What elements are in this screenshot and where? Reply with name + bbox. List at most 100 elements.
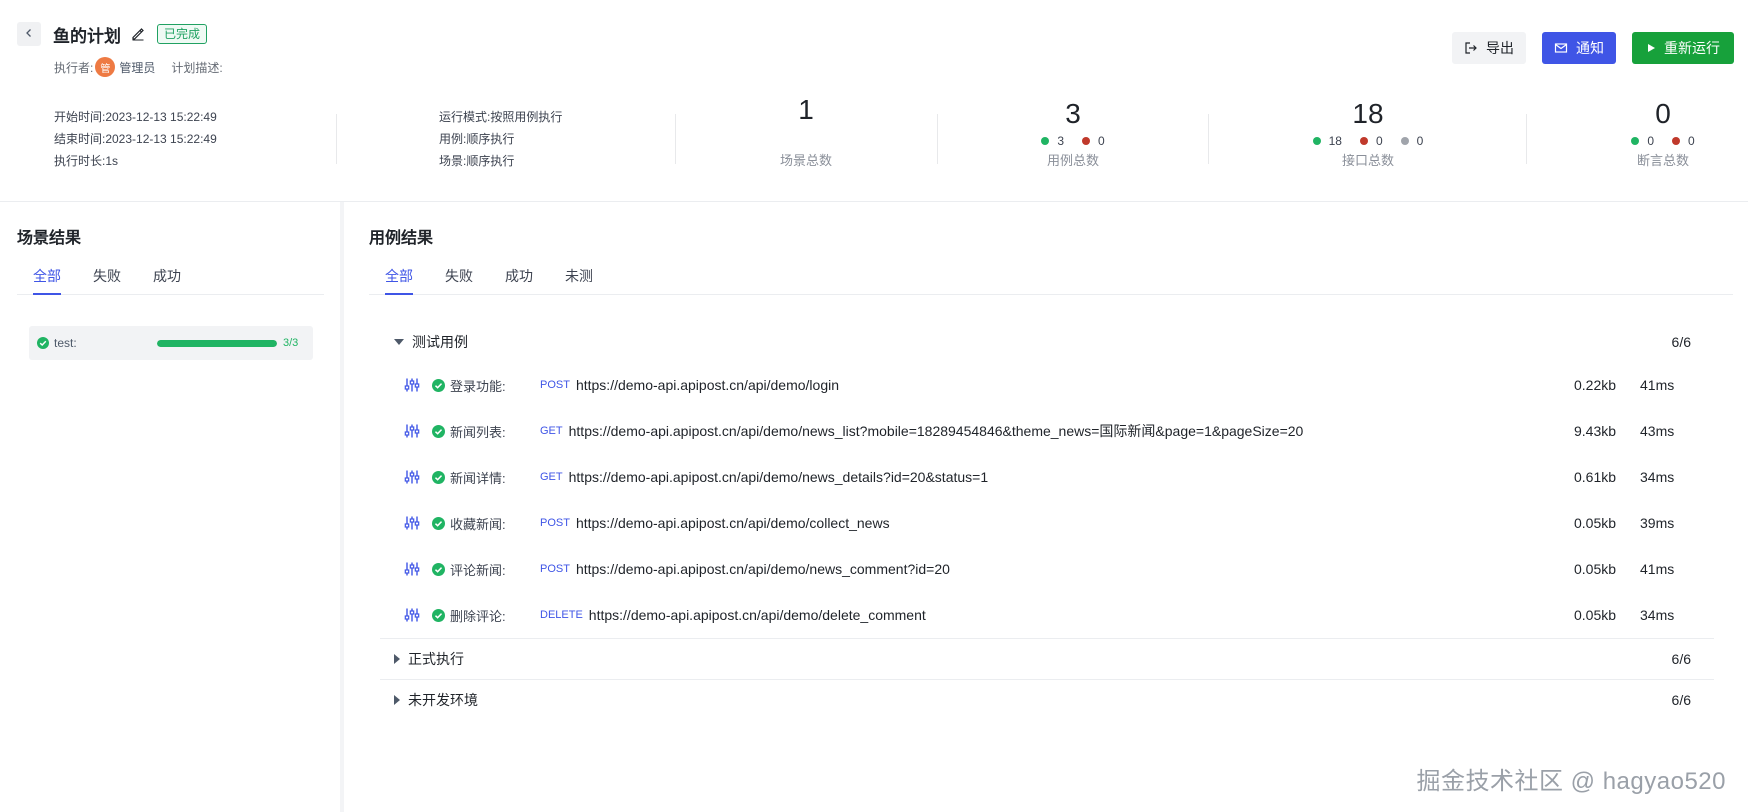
stat-cases-label: 用例总数 [1046, 153, 1099, 168]
stat-apis: 18 18 0 0 接口总数 [1258, 96, 1478, 169]
stat-scenes-label: 场景总数 [779, 153, 832, 168]
case-row[interactable]: 收藏新闻: POST https://demo-api.apipost.cn/api… [380, 500, 1714, 546]
cases-success-count: 3 [1057, 134, 1064, 148]
caret-right-icon [394, 654, 400, 664]
header-actions: 导出 通知 重新运行 [1452, 32, 1734, 64]
stat-scenes-value: 1 [798, 94, 814, 125]
case-row[interactable]: 新闻列表: GET https://demo-api.apipost.cn/api/… [380, 408, 1714, 454]
case-row[interactable]: 登录功能: POST https://demo-api.apipost.cn/api… [380, 362, 1714, 408]
notify-button[interactable]: 通知 [1542, 32, 1616, 64]
stat-cases: 3 3 0 用例总数 [963, 96, 1183, 169]
case-group-header[interactable]: 未开发环境 6/6 [380, 680, 1714, 720]
case-tabs: 全部 失败 成功 未测 [369, 254, 1733, 295]
case-tab-failed[interactable]: 失败 [445, 254, 473, 294]
scene-item[interactable]: test: 3/3 [29, 326, 313, 360]
export-label: 导出 [1486, 40, 1514, 56]
scene-tabs: 全部 失败 成功 [17, 254, 324, 295]
http-method: DELETE [540, 609, 583, 621]
scene-progress-fill [157, 339, 277, 347]
scene-tab-success[interactable]: 成功 [153, 254, 181, 294]
end-time: 结束时间:2023-12-13 15:22:49 [54, 132, 217, 146]
request-url: https://demo-api.apipost.cn/api/demo/del… [588, 607, 926, 623]
fail-dot-icon [1082, 137, 1090, 145]
duration: 执行时长:1s [54, 154, 119, 168]
asserts-success-count: 0 [1647, 134, 1654, 148]
start-time: 开始时间:2023-12-13 15:22:49 [54, 110, 217, 124]
caret-down-icon [394, 339, 404, 345]
cases-fail-count: 0 [1098, 134, 1105, 148]
tune-icon[interactable] [404, 607, 420, 623]
check-circle-icon [432, 608, 445, 622]
avatar: 管 [95, 57, 116, 77]
scene-tab-failed[interactable]: 失败 [93, 254, 121, 294]
divider [336, 114, 337, 164]
case-tab-untested[interactable]: 未测 [565, 254, 593, 294]
case-tab-all[interactable]: 全部 [385, 254, 413, 295]
run-mode: 运行模式:按照用例执行 [439, 110, 563, 124]
scene-mode: 场景:顺序执行 [439, 154, 515, 168]
fail-dot-icon [1672, 137, 1680, 145]
response-time: 34ms [1640, 607, 1675, 623]
divider [1526, 114, 1527, 164]
stat-apis-value: 18 [1352, 98, 1384, 129]
scene-tab-all[interactable]: 全部 [33, 254, 61, 295]
tune-icon[interactable] [404, 515, 420, 531]
tune-icon[interactable] [404, 423, 420, 439]
response-time: 41ms [1640, 377, 1675, 393]
time-info: 开始时间:2023-12-13 15:22:49 结束时间:2023-12-13… [54, 106, 217, 172]
http-method: GET [540, 425, 563, 437]
scene-results-title: 场景结果 [17, 230, 82, 247]
executor-name: 管理员 [119, 60, 156, 75]
stat-scenes: 1 场景总数 [696, 92, 916, 169]
check-circle-icon [432, 424, 445, 438]
request-url: https://demo-api.apipost.cn/api/demo/new… [568, 423, 1304, 439]
executor-label: 执行者: [54, 60, 94, 75]
stat-asserts-value: 0 [1655, 98, 1671, 129]
tune-icon[interactable] [404, 377, 420, 393]
http-method: POST [540, 563, 570, 575]
plan-name: 鱼的计划 [53, 26, 121, 46]
skip-dot-icon [1400, 137, 1409, 145]
case-row[interactable]: 评论新闻: POST https://demo-api.apipost.cn/api… [380, 546, 1714, 592]
case-tab-success[interactable]: 成功 [505, 254, 533, 294]
request-url: https://demo-api.apipost.cn/api/demo/new… [568, 469, 989, 485]
http-method: POST [540, 517, 570, 529]
case-name: 登录功能: [450, 378, 506, 394]
case-group-header[interactable]: 正式执行 6/6 [380, 639, 1714, 679]
case-name: 评论新闻: [450, 562, 506, 578]
response-size: 0.61kb [1574, 469, 1617, 485]
asserts-fail-count: 0 [1688, 134, 1695, 148]
success-dot-icon [1631, 137, 1640, 145]
fail-dot-icon [1359, 137, 1368, 145]
check-circle-icon [432, 516, 445, 530]
case-name: 新闻列表: [450, 424, 506, 440]
mail-icon [1554, 41, 1568, 55]
case-group-header[interactable]: 测试用例 6/6 [380, 322, 1714, 362]
rerun-button[interactable]: 重新运行 [1632, 32, 1734, 64]
request-url: https://demo-api.apipost.cn/api/demo/log… [575, 377, 839, 393]
scene-progress-bar [157, 339, 277, 347]
case-group-name: 正式执行 [408, 651, 464, 667]
export-button[interactable]: 导出 [1452, 32, 1526, 64]
play-icon [1646, 43, 1656, 53]
mode-info: 运行模式:按照用例执行 用例:顺序执行 场景:顺序执行 [439, 106, 562, 172]
response-time: 34ms [1640, 469, 1675, 485]
stat-asserts-breakdown: 0 0 [1553, 132, 1748, 150]
stat-asserts: 0 0 0 断言总数 [1553, 96, 1748, 169]
description-label: 计划描述: [171, 60, 223, 75]
tune-icon[interactable] [404, 469, 420, 485]
tune-icon[interactable] [404, 561, 420, 577]
back-button[interactable] [17, 22, 41, 46]
edit-icon[interactable] [131, 27, 145, 41]
stat-apis-breakdown: 18 0 0 [1258, 132, 1478, 150]
stat-cases-breakdown: 3 0 [963, 132, 1183, 150]
title-row: 鱼的计划 已完成 [17, 21, 208, 47]
chevron-left-icon [24, 25, 34, 43]
case-name: 收藏新闻: [450, 516, 506, 532]
case-list: 登录功能: POST https://demo-api.apipost.cn/api… [380, 362, 1714, 638]
apis-fail-count: 0 [1375, 134, 1383, 148]
case-row[interactable]: 删除评论: DELETE https://demo-api.apipost.cn/a… [380, 592, 1714, 638]
case-row[interactable]: 新闻详情: GET https://demo-api.apipost.cn/api/… [380, 454, 1714, 500]
stat-cases-value: 3 [1065, 98, 1081, 129]
meta-row: 执行者: 管 管理员 计划描述: [54, 57, 223, 77]
